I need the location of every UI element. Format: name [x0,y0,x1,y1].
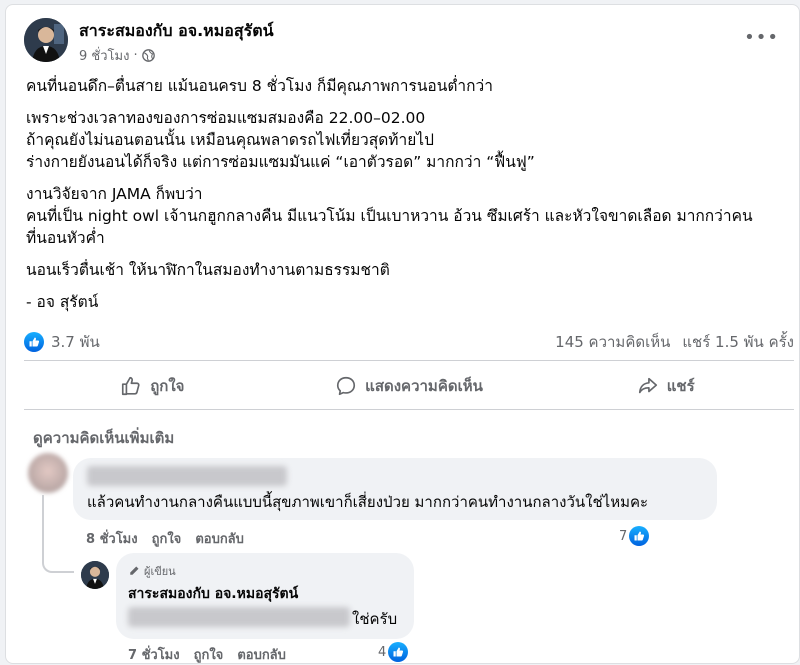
share-button[interactable]: แชร์ [537,367,794,405]
like-reaction-icon [388,642,409,662]
like-label: ถูกใจ [150,377,185,395]
reply-time[interactable]: 7 ชั่วโมง [128,644,180,665]
post-line: คนที่เป็น night owl เจ้านกฮูกกลางคืน มีแ… [26,207,753,225]
reply-author-name[interactable]: สาระสมองกับ อจ.หมอสุรัตน์ [128,583,298,605]
more-options-button[interactable]: ••• [744,27,779,48]
post-line: คนที่นอนดึก–ตื่นสาย แม้นอนครบ 8 ชั่วโมง … [26,77,493,95]
comment-reactions[interactable]: 7 [619,526,650,546]
reaction-summary[interactable]: 3.7 พัน [24,330,100,354]
post-time[interactable]: 9 ชั่วโมง [79,45,129,66]
like-reaction-icon [629,526,650,546]
comment-text: แล้วคนทำงานกลางคืนแบบนี้สุขภาพเขาก็เสี่ย… [87,493,649,511]
comment-bubble: แล้วคนทำงานกลางคืนแบบนี้สุขภาพเขาก็เสี่ย… [73,458,717,520]
thread-connector [42,495,74,573]
comment-meta: 8 ชั่วโมง ถูกใจ ตอบกลับ [86,528,244,549]
post-paragraph: คนที่นอนดึก–ตื่นสาย แม้นอนครบ 8 ชั่วโมง … [26,75,796,97]
view-more-comments-link[interactable]: ดูความคิดเห็นเพิ่มเติม [33,426,174,450]
reaction-count: 3.7 พัน [51,333,100,351]
post-paragraph: นอนเร็วตื่นเช้า ให้นาฬิกาในสมองทำงานตามธ… [26,259,796,281]
post-line: นอนเร็วตื่นเช้า ให้นาฬิกาในสมองทำงานตามธ… [26,261,390,279]
share-icon [638,377,657,394]
reply-reply-button[interactable]: ตอบกลับ [237,644,286,665]
post-line: ร่างกายยังนอนได้ก็จริง แต่การซ่อมแซมมันแ… [26,153,535,171]
more-icon: ••• [744,27,779,48]
commenter-avatar[interactable] [28,453,68,493]
post-line: ถ้าคุณยังไม่นอนตอนนั้น เหมือนคุณพลาดรถไฟ… [26,131,434,149]
comment-reaction-count: 7 [619,528,628,544]
like-button[interactable]: ถูกใจ [24,367,281,405]
reply-text: ใช่ครับ [352,610,398,628]
post-line: ที่นอนหัวค่ำ [26,229,105,247]
author-badge: ผู้เขียน [128,562,176,580]
share-label: แชร์ [666,377,695,395]
post-paragraph: - อจ สุรัตน์ [26,291,796,313]
pencil-icon [130,566,139,575]
meta-separator: · [133,48,138,63]
reply-bubble: ผู้เขียน สาระสมองกับ อจ.หมอสุรัตน์ ใช่คร… [116,553,414,639]
engagement-counts: 145 ความคิดเห็น แชร์ 1.5 พัน ครั้ง [555,330,794,354]
reply-reaction-count: 4 [378,644,387,660]
comment-like-button[interactable]: ถูกใจ [152,528,182,549]
globe-icon [141,49,155,62]
reply-like-button[interactable]: ถูกใจ [194,644,224,665]
divider [24,409,794,410]
page-name[interactable]: สาระสมองกับ อจ.หมอสุรัตน์ [79,19,274,44]
like-reaction-icon [24,332,44,352]
comment-button[interactable]: แสดงความคิดเห็น [281,367,538,405]
commenter-name-blurred[interactable] [87,466,287,486]
post-meta: 9 ชั่วโมง · [79,45,155,66]
post-stats: 3.7 พัน 145 ความคิดเห็น แชร์ 1.5 พัน ครั… [24,330,794,352]
post-body: คนที่นอนดึก–ตื่นสาย แม้นอนครบ 8 ชั่วโมง … [26,75,796,323]
divider [24,360,794,361]
share-count[interactable]: แชร์ 1.5 พัน ครั้ง [682,330,794,354]
post-paragraph: งานวิจัยจาก JAMA ก็พบว่า คนที่เป็น night… [26,183,796,249]
post-line: เพราะช่วงเวลาทองของการซ่อมแซมสมองคือ 22.… [26,109,426,127]
post-line: - อจ สุรัตน์ [26,293,99,311]
action-bar: ถูกใจ แสดงความคิดเห็น แชร์ [24,367,794,405]
page-avatar[interactable] [24,18,68,62]
comment-reply-button[interactable]: ตอบกลับ [195,528,244,549]
reply-reactions[interactable]: 4 [378,642,409,662]
comment-label: แสดงความคิดเห็น [365,377,483,395]
comment-time[interactable]: 8 ชั่วโมง [86,528,138,549]
reply-author-avatar[interactable] [81,561,109,589]
reply-meta: 7 ชั่วโมง ถูกใจ ตอบกลับ [128,644,286,665]
post-paragraph: เพราะช่วงเวลาทองของการซ่อมแซมสมองคือ 22.… [26,107,796,173]
post-line: งานวิจัยจาก JAMA ก็พบว่า [26,185,203,203]
author-badge-label: ผู้เขียน [144,565,176,578]
post-card: สาระสมองกับ อจ.หมอสุรัตน์ 9 ชั่วโมง · ••… [5,4,800,664]
mentioned-name-blurred[interactable] [128,607,350,627]
thumbs-up-icon [122,376,140,396]
comment-icon [337,376,356,396]
comment-count[interactable]: 145 ความคิดเห็น [555,330,670,354]
